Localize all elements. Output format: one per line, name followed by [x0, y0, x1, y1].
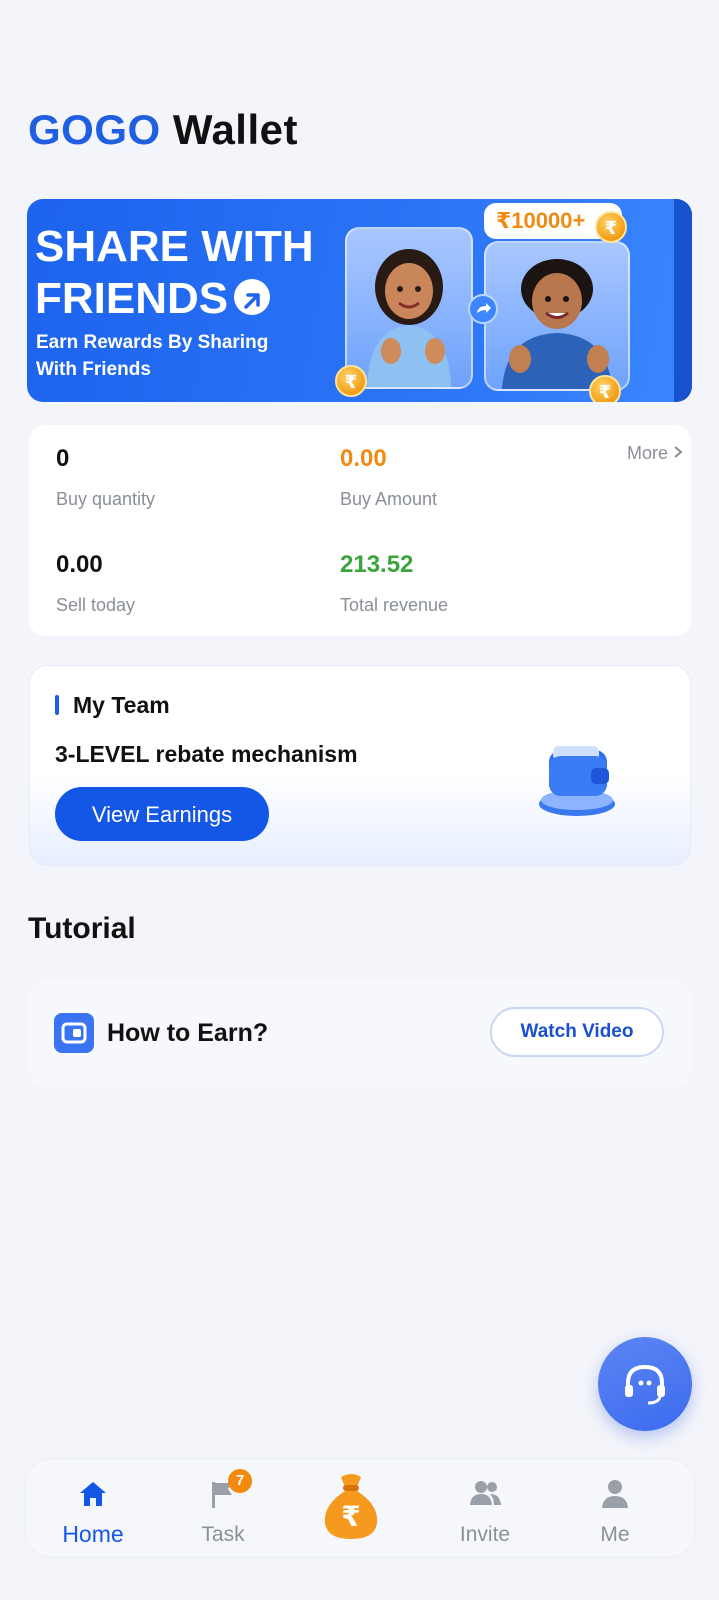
sell-today-value: 0.00 [56, 551, 103, 578]
bottom-nav: Home 7 Task ₹ Invite Me [25, 1458, 695, 1558]
my-team-card: My Team 3-LEVEL rebate mechanism View Ea… [29, 665, 691, 866]
tutorial-item: How to Earn? Watch Video [29, 981, 691, 1087]
share-icon [468, 294, 498, 324]
sell-today-label: Sell today [56, 595, 136, 615]
nav-task-label: Task [201, 1523, 245, 1546]
tutorial-heading: Tutorial [28, 912, 136, 945]
nav-invite-label: Invite [459, 1523, 511, 1546]
watch-video-button[interactable]: Watch Video [490, 1007, 664, 1057]
wallet-icon [54, 1013, 94, 1053]
stats-card: More 0 Buy quantity 0.00 Buy Amount 0.00… [29, 425, 691, 636]
total-revenue-value: 213.52 [340, 551, 414, 578]
brand-name: GOGO [28, 106, 161, 153]
coin-icon: ₹ [335, 365, 367, 397]
buy-amount-label: Buy Amount [340, 489, 438, 509]
buy-quantity-label: Buy quantity [56, 489, 156, 509]
more-link[interactable]: More [627, 443, 683, 464]
app-title: GOGO Wallet [28, 106, 298, 154]
banner-subtitle: Earn Rewards By Sharing With Friends [36, 332, 269, 380]
team-description: 3-LEVEL rebate mechanism [55, 741, 358, 767]
headset-icon [625, 1364, 665, 1405]
team-title: My Team [73, 692, 170, 718]
nav-me-label: Me [600, 1523, 630, 1546]
nav-home[interactable]: Home [46, 1459, 140, 1559]
share-banner[interactable]: SHARE WITH FRIENDS Earn Rewards By Shari… [27, 199, 692, 402]
arrow-up-right-icon [234, 279, 271, 316]
nav-task[interactable]: 7 Task [178, 1459, 268, 1559]
view-earnings-button[interactable]: View Earnings [55, 787, 269, 841]
person-icon [602, 1480, 628, 1508]
boy-illustration [484, 241, 630, 391]
nav-home-label: Home [62, 1521, 124, 1547]
section-marker [55, 695, 59, 715]
title-wallet: Wallet [172, 106, 298, 153]
girl-illustration [345, 227, 473, 389]
coin-icon: ₹ [589, 375, 621, 402]
money-bag-icon: ₹ [324, 1474, 378, 1539]
task-badge: 7 [228, 1469, 252, 1493]
nav-invite[interactable]: Invite [439, 1459, 531, 1559]
total-revenue-label: Total revenue [340, 595, 449, 615]
how-to-earn-label: How to Earn? [107, 1019, 269, 1047]
coin-icon: ₹ [595, 211, 627, 243]
users-icon [470, 1481, 501, 1505]
svg-text:₹: ₹ [341, 1500, 360, 1533]
banner-headline: SHARE WITH FRIENDS [35, 222, 314, 323]
home-icon [80, 1482, 106, 1506]
nav-me[interactable]: Me [577, 1459, 653, 1559]
buy-quantity-value: 0 [56, 445, 70, 472]
customer-support-button[interactable] [598, 1337, 692, 1431]
chevron-right-icon [674, 446, 683, 458]
buy-amount-value: 0.00 [340, 445, 387, 472]
nav-center[interactable]: ₹ [311, 1459, 391, 1559]
wallet-icon [535, 742, 619, 822]
